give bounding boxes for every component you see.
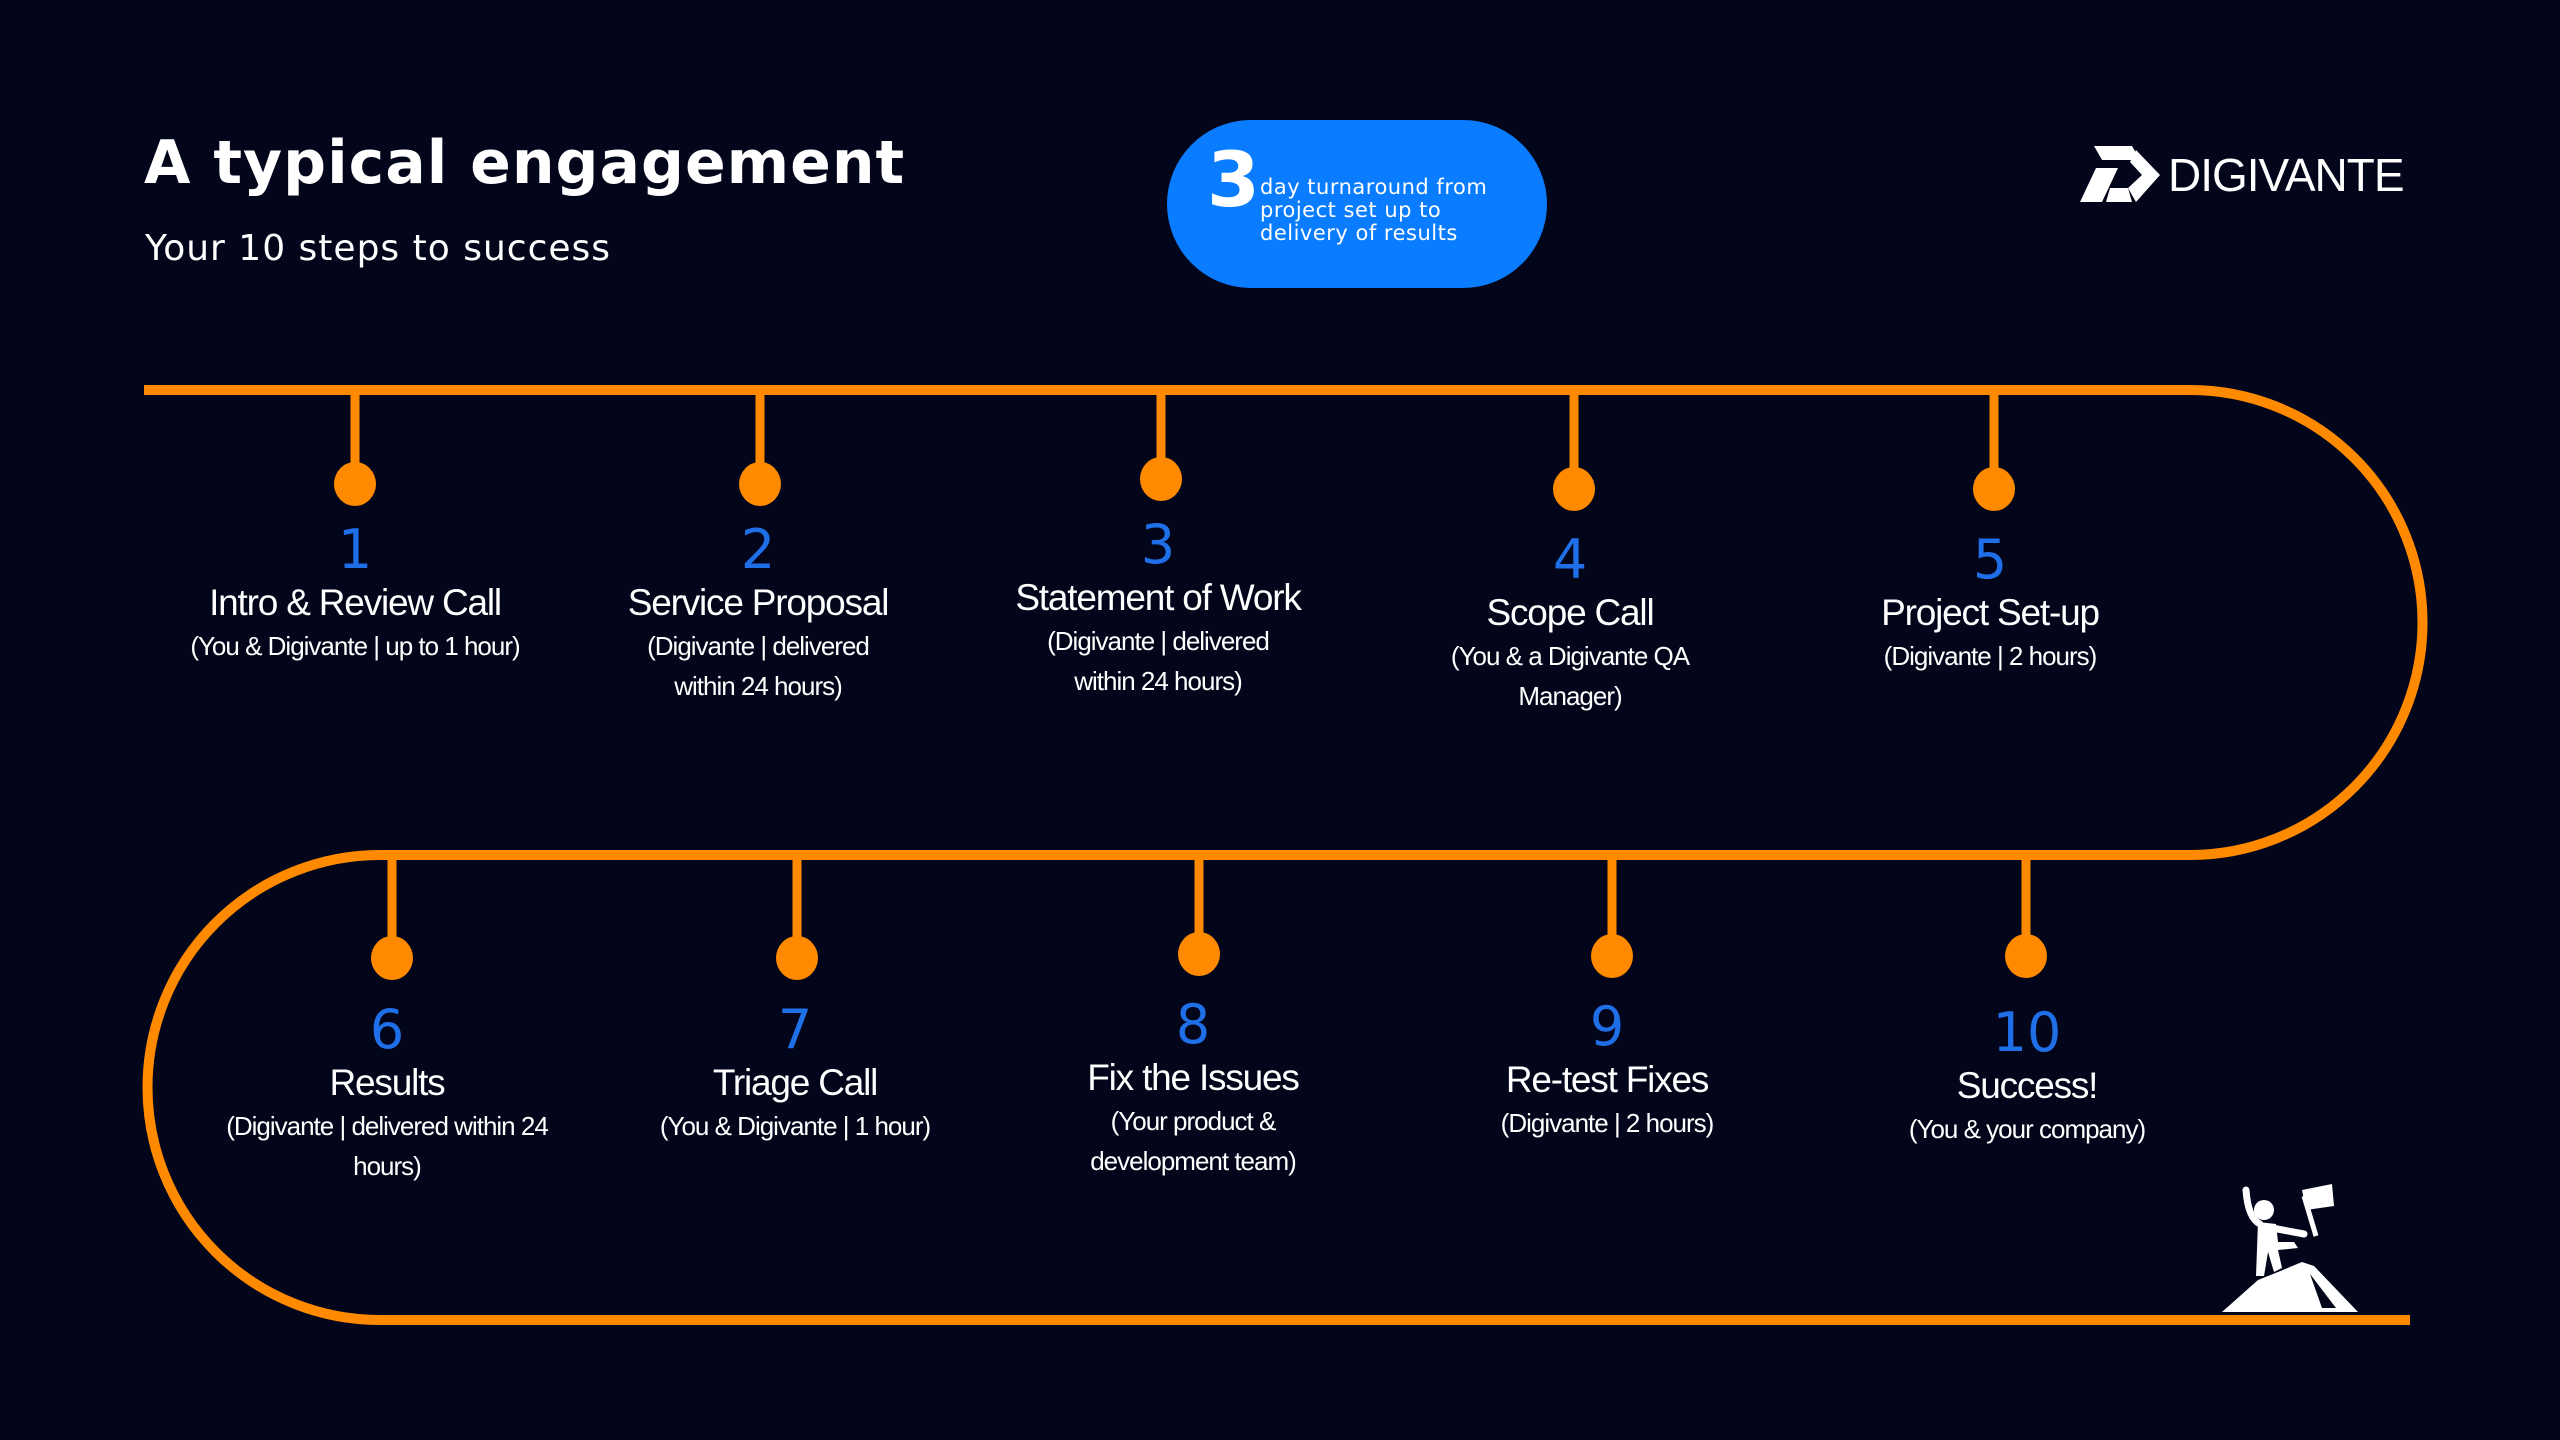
step-2: 2 Service Proposal (Digivante | delivere… [548,520,968,706]
step-description: (Your product & development team) [1090,1106,1297,1176]
step-title: Intro & Review Call [209,582,502,623]
step-description: (Digivante | 2 hours) [1500,1108,1715,1138]
step-2-dot [739,462,781,506]
step-9: 9 Re-test Fixes (Digivante | 2 hours) [1397,997,1817,1143]
step-title: Triage Call [712,1062,879,1103]
step-6: 6 Results (Digivante | delivered within … [177,1000,597,1186]
step-5: 5 Project Set-up (Digivante | 2 hours) [1780,530,2200,676]
step-title: Project Set-up [1881,592,2100,633]
step-description: (Digivante | delivered within 24 hours) [226,1111,549,1181]
step-title: Service Proposal [627,582,890,623]
step-4-dot [1553,467,1595,511]
step-description: (You & your company) [1908,1114,2146,1144]
step-title: Scope Call [1486,592,1655,633]
step-6-dot [371,936,413,980]
step-3: 3 Statement of Work (Digivante | deliver… [948,515,1368,701]
step-number: 2 [740,518,776,581]
step-8: 8 Fix the Issues (Your product & develop… [983,995,1403,1181]
step-description: (Digivante | 2 hours) [1883,641,2098,671]
timeline-track [142,385,2428,1325]
step-7: 7 Triage Call (You & Digivante | 1 hour) [585,1000,1005,1146]
step-description: (Digivante | delivered within 24 hours) [647,631,870,701]
climber-with-flag-on-summit-icon [2222,1184,2358,1312]
step-number: 5 [1972,528,2008,591]
step-number: 9 [1589,995,1625,1058]
step-1: 1 Intro & Review Call (You & Digivante |… [145,520,565,666]
step-description: (You & a Digivante QA Manager) [1450,641,1690,711]
step-10-dot [2005,934,2047,978]
step-description: (Digivante | delivered within 24 hours) [1047,626,1270,696]
step-number: 8 [1175,993,1211,1056]
step-number: 10 [1992,1001,2062,1064]
step-3-dot [1140,457,1182,501]
step-number: 4 [1552,528,1588,591]
step-description: (You & Digivante | up to 1 hour) [190,631,520,661]
step-title: Re-test Fixes [1505,1059,1710,1100]
step-number: 3 [1140,513,1176,576]
step-number: 1 [337,518,373,581]
step-1-dot [334,462,376,506]
step-description: (You & Digivante | 1 hour) [659,1111,931,1141]
step-title: Statement of Work [1015,577,1302,618]
step-10: 10 Success! (You & your company) [1817,1003,2237,1149]
step-number: 6 [369,998,405,1061]
step-4: 4 Scope Call (You & a Digivante QA Manag… [1360,530,1780,716]
step-title: Success! [1956,1065,2099,1106]
step-title: Fix the Issues [1087,1057,1300,1098]
step-8-dot [1178,932,1220,976]
step-9-dot [1591,934,1633,978]
step-number: 7 [777,998,813,1061]
step-5-dot [1973,467,2015,511]
step-7-dot [776,936,818,980]
step-title: Results [329,1062,446,1103]
